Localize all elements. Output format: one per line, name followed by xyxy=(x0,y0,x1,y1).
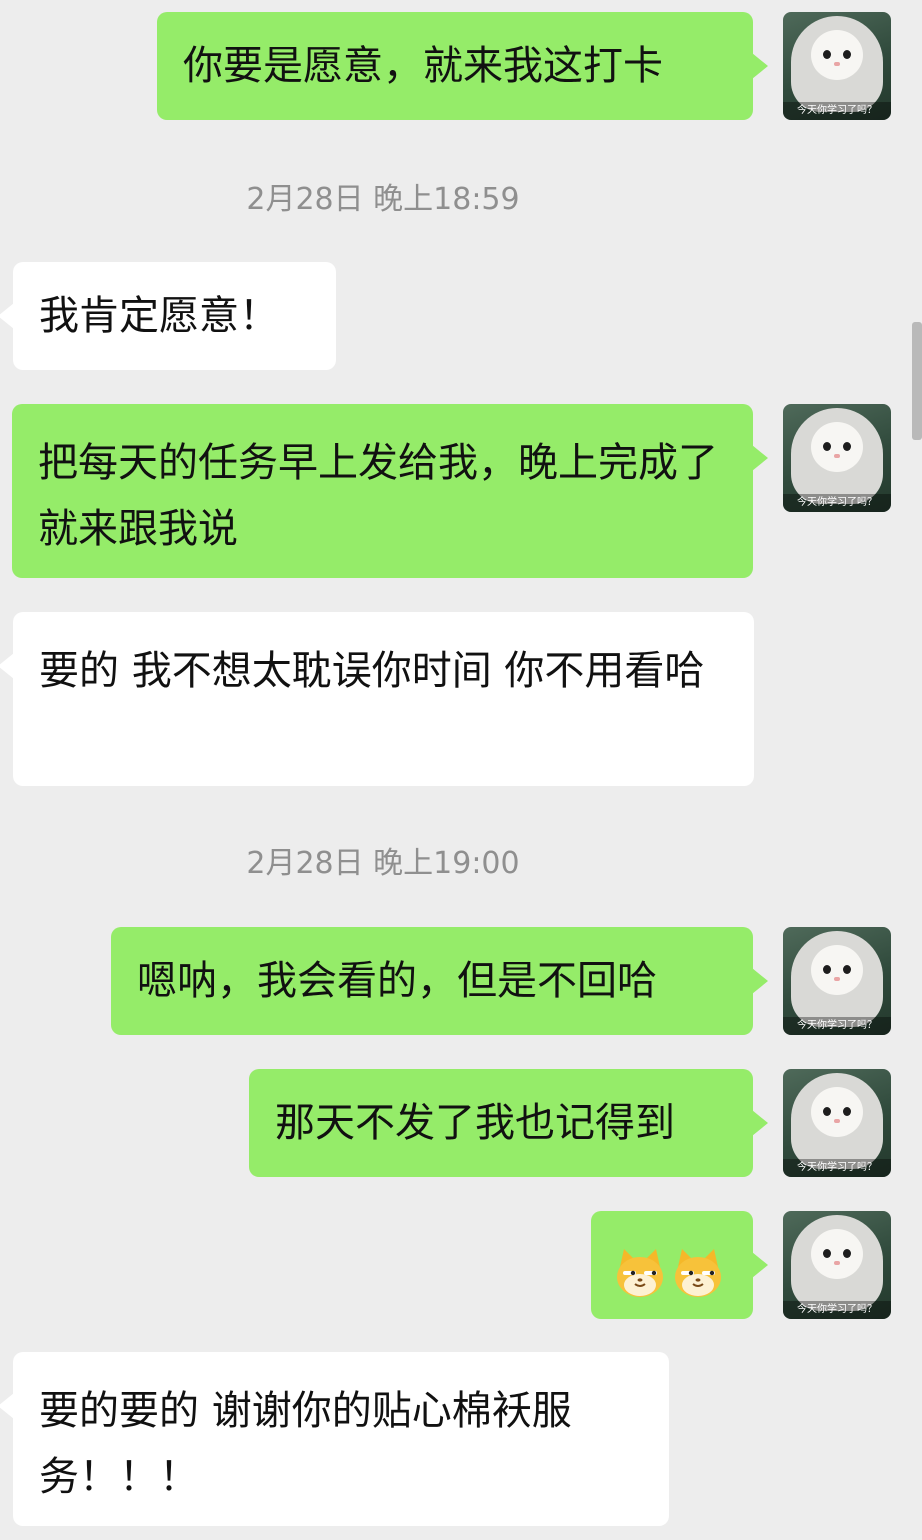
chat-bubble-incoming[interactable]: 我肯定愿意！ xyxy=(0,262,336,370)
chat-bubble-incoming[interactable]: 要的 我不想太耽误你时间 你不用看哈 xyxy=(0,612,754,786)
avatar-caption: 今天你学习了吗？ xyxy=(783,102,891,120)
doge-cat-emoji-icon xyxy=(672,1247,724,1299)
avatar-caption: 今天你学习了吗？ xyxy=(783,1159,891,1177)
chat-timestamp: 2月28日 晚上19:00 xyxy=(246,846,520,881)
message-text: 那天不发了我也记得到 xyxy=(275,1100,675,1146)
my-avatar[interactable]: 今天你学习了吗？ xyxy=(783,404,891,512)
chat-bubble-outgoing[interactable]: 你要是愿意，就来我这打卡 xyxy=(157,12,768,120)
chat-bubble-outgoing[interactable]: 那天不发了我也记得到 xyxy=(249,1069,768,1177)
chat-timestamp: 2月28日 晚上18:59 xyxy=(246,182,520,217)
message-text: 要的要的 谢谢你的贴心棉袄服务！！！ xyxy=(39,1388,572,1500)
doge-cat-emoji-icon xyxy=(614,1247,666,1299)
scrollbar-thumb[interactable] xyxy=(912,322,922,440)
message-text: 你要是愿意，就来我这打卡 xyxy=(183,43,663,89)
chat-bubble-outgoing[interactable]: 把每天的任务早上发给我，晚上完成了就来跟我说 xyxy=(12,404,768,578)
my-avatar[interactable]: 今天你学习了吗？ xyxy=(783,1211,891,1319)
message-text: 嗯呐，我会看的，但是不回哈 xyxy=(137,958,657,1004)
chat-bubble-outgoing-emoji[interactable] xyxy=(591,1211,768,1319)
chat-bubble-incoming[interactable]: 要的要的 谢谢你的贴心棉袄服务！！！ xyxy=(0,1352,669,1526)
my-avatar[interactable]: 今天你学习了吗？ xyxy=(783,12,891,120)
message-text: 要的 我不想太耽误你时间 你不用看哈 xyxy=(39,648,705,694)
my-avatar[interactable]: 今天你学习了吗？ xyxy=(783,927,891,1035)
message-text: 把每天的任务早上发给我，晚上完成了就来跟我说 xyxy=(38,440,718,552)
avatar-caption: 今天你学习了吗？ xyxy=(783,494,891,512)
avatar-caption: 今天你学习了吗？ xyxy=(783,1301,891,1319)
avatar-caption: 今天你学习了吗？ xyxy=(783,1017,891,1035)
chat-bubble-outgoing[interactable]: 嗯呐，我会看的，但是不回哈 xyxy=(111,927,768,1035)
message-text: 我肯定愿意！ xyxy=(39,293,279,339)
my-avatar[interactable]: 今天你学习了吗？ xyxy=(783,1069,891,1177)
